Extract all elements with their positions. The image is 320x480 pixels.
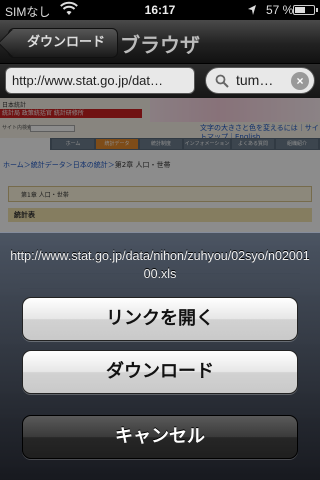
location-arrow-icon — [248, 5, 256, 15]
status-bar: SIMなし 16:17 57 % — [0, 0, 320, 20]
battery-percent: 57 % — [266, 3, 294, 17]
download-button[interactable]: ダウンロード — [22, 350, 298, 394]
back-button-label: ダウンロード — [27, 35, 106, 50]
page-title: ブラウザ — [120, 33, 200, 57]
battery-fill — [295, 7, 306, 13]
cancel-button[interactable]: キャンセル — [22, 415, 298, 459]
action-sheet: http://www.stat.go.jp/data/nihon/zuhyou/… — [0, 232, 320, 480]
url-field[interactable]: http://www.stat.go.jp/dat… — [5, 67, 195, 94]
search-value: tum… — [236, 72, 274, 88]
search-icon — [215, 74, 229, 88]
clear-search-icon[interactable]: × — [291, 72, 309, 90]
back-button[interactable]: ダウンロード — [8, 28, 119, 58]
search-field[interactable]: tum… × — [205, 67, 315, 94]
battery-icon — [293, 5, 318, 15]
action-sheet-message: http://www.stat.go.jp/data/nihon/zuhyou/… — [10, 249, 310, 281]
address-bar: http://www.stat.go.jp/dat… tum… × — [0, 64, 320, 98]
open-link-button[interactable]: リンクを開く — [22, 297, 298, 341]
navigation-bar: ダウンロード ブラウザ — [0, 20, 320, 64]
